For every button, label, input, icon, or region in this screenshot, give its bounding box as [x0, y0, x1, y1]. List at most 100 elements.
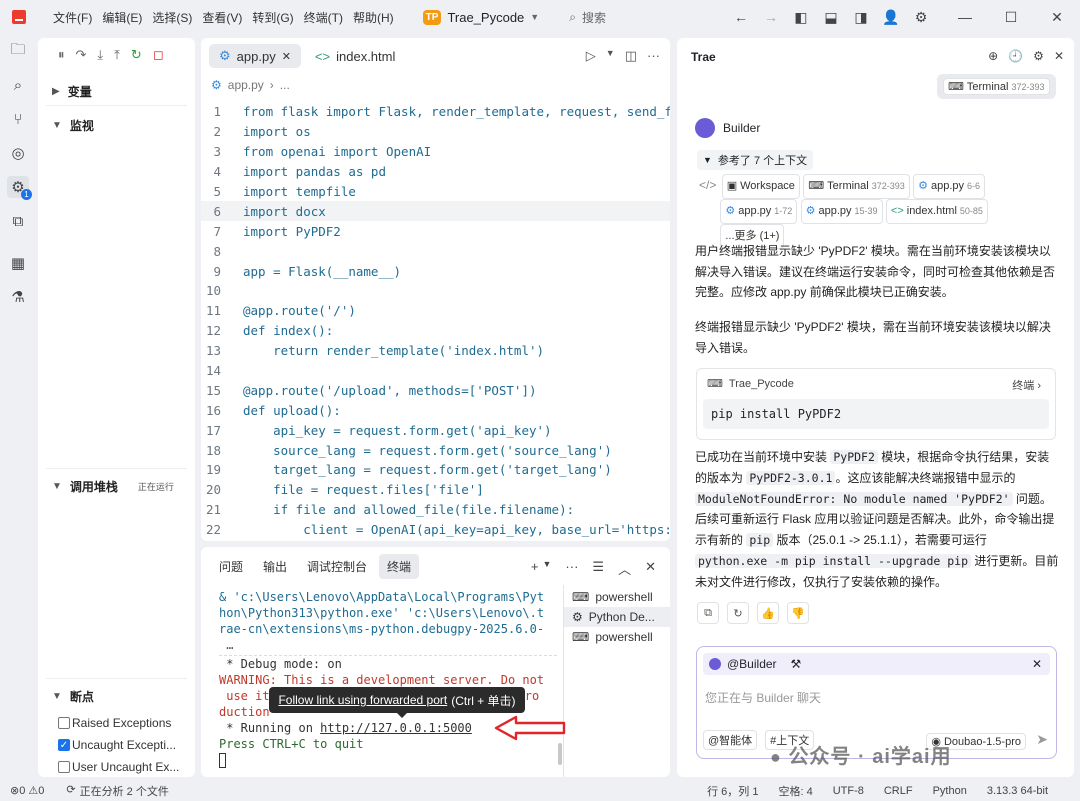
indent-setting[interactable]: 空格: 4: [778, 783, 812, 799]
run-debug-icon[interactable]: ⚙ 1: [7, 176, 32, 200]
menu-goto[interactable]: 转到(G): [247, 9, 298, 26]
maximize-icon[interactable]: ☐: [988, 9, 1034, 26]
cursor-position[interactable]: 行 6，列 1: [707, 783, 758, 799]
tab-output[interactable]: 输出: [255, 554, 295, 579]
code-line[interactable]: 19 target_lang = request.form.get('targe…: [201, 460, 670, 480]
source-control-icon[interactable]: ⑂: [7, 108, 29, 130]
context-chip[interactable]: ⚙ app.py 1-72: [720, 199, 798, 224]
encoding[interactable]: UTF-8: [833, 785, 864, 797]
new-chat-icon[interactable]: ⊕: [988, 49, 998, 63]
code-area[interactable]: 1 from flask import Flask, render_templat…: [201, 102, 670, 540]
checkbox[interactable]: [58, 761, 70, 773]
code-line[interactable]: 21 if file and allowed_file(file.filenam…: [201, 500, 670, 520]
open-terminal-link[interactable]: 终端 ›: [1012, 377, 1041, 393]
breakpoints-section[interactable]: ▼ 断点: [52, 688, 94, 705]
history-icon[interactable]: 🕘: [1008, 49, 1023, 63]
context-chip[interactable]: ⚙ app.py 6-6: [913, 174, 986, 199]
thumbs-up-icon[interactable]: 👍: [757, 602, 779, 624]
settings-gear-icon[interactable]: ⚙: [1033, 49, 1044, 63]
monitor-icon[interactable]: ⧉: [7, 210, 29, 232]
breadcrumb-symbol[interactable]: ...: [280, 78, 290, 92]
tab-debug-console[interactable]: 调试控制台: [299, 554, 375, 579]
toggle-panel-icon[interactable]: ⬓: [816, 9, 846, 26]
menu-file[interactable]: 文件(F): [48, 9, 97, 26]
more-icon[interactable]: ···: [565, 559, 578, 578]
close-window-icon[interactable]: ✕: [1034, 9, 1080, 26]
context-chip[interactable]: ⚙ app.py 15-39: [800, 199, 883, 224]
maximize-panel-icon[interactable]: ︿: [618, 559, 631, 578]
step-into-icon[interactable]: ⤓: [97, 47, 103, 63]
language-mode[interactable]: Python: [933, 785, 967, 797]
agent-button[interactable]: @智能体: [703, 730, 758, 750]
code-line[interactable]: 13 return render_template('index.html'): [201, 341, 670, 361]
search-icon[interactable]: ⌕: [7, 74, 29, 96]
code-line[interactable]: 1 from flask import Flask, render_templat…: [201, 102, 670, 122]
chevron-down-icon[interactable]: ▼: [606, 48, 615, 64]
checkbox[interactable]: [58, 717, 70, 729]
pause-icon[interactable]: ⏸: [58, 47, 65, 63]
menu-view[interactable]: 查看(V): [197, 9, 247, 26]
python-interpreter[interactable]: 3.13.3 64-bit: [987, 785, 1048, 797]
project-switcher[interactable]: TP Trae_Pycode ▼: [422, 9, 539, 25]
code-line[interactable]: 17 api_key = request.form.get('api_key'): [201, 420, 670, 440]
code-line[interactable]: 6 import docx: [201, 201, 670, 222]
agent-mention[interactable]: @Builder: [727, 657, 777, 671]
terminal-item[interactable]: ⚙ Python De...: [564, 607, 670, 627]
context-chip[interactable]: ▣ Workspace: [721, 174, 800, 199]
close-icon[interactable]: ✕: [1054, 49, 1064, 63]
checkbox-checked[interactable]: ✓: [58, 739, 70, 751]
close-panel-icon[interactable]: ✕: [645, 559, 656, 578]
breakpoint-uncaught-exceptions[interactable]: ✓ Uncaught Excepti...: [58, 738, 176, 752]
tab-terminal[interactable]: 终端: [379, 553, 420, 579]
context-chip[interactable]: <> index.html 50-85: [885, 199, 988, 224]
remote-icon[interactable]: ◎: [7, 142, 29, 164]
restart-icon[interactable]: ↻: [131, 47, 142, 63]
settings-gear-icon[interactable]: ⚙: [906, 9, 936, 26]
run-play-icon[interactable]: ▷: [586, 48, 596, 64]
toggle-sidebar-icon[interactable]: ◧: [786, 9, 816, 26]
menu-terminal[interactable]: 终端(T): [299, 9, 348, 26]
variables-section[interactable]: ▶ 变量: [52, 83, 92, 100]
menu-edit[interactable]: 编辑(E): [97, 9, 147, 26]
copy-icon[interactable]: ⧉: [697, 602, 719, 624]
extensions-icon[interactable]: ▦: [7, 252, 29, 274]
code-line[interactable]: 12 def index():: [201, 321, 670, 341]
tooltip-link[interactable]: Follow link using forwarded port: [278, 693, 447, 707]
step-out-icon[interactable]: ⤒: [114, 47, 120, 63]
back-arrow-icon[interactable]: ←: [726, 9, 756, 25]
breadcrumb-file[interactable]: app.py: [228, 78, 264, 92]
terminal-item[interactable]: ⌨ powershell: [564, 587, 670, 607]
code-line[interactable]: 8: [201, 241, 670, 261]
code-line[interactable]: 11 @app.route('/'): [201, 301, 670, 321]
chat-input[interactable]: 您正在与 Builder 聊天: [705, 689, 821, 706]
context-chip[interactable]: ⌨ Terminal 372-393: [943, 78, 1050, 95]
breakpoint-user-uncaught[interactable]: User Uncaught Ex...: [58, 760, 179, 774]
code-line[interactable]: 16 def upload():: [201, 400, 670, 420]
pin-icon[interactable]: ⚒: [791, 657, 802, 671]
terminal-item[interactable]: ⌨ powershell: [564, 627, 670, 647]
code-line[interactable]: 20 file = request.files['file']: [201, 480, 670, 500]
code-line[interactable]: 3 from openai import OpenAI: [201, 142, 670, 162]
code-line[interactable]: 7 import PyPDF2: [201, 221, 670, 241]
code-line[interactable]: 14: [201, 361, 670, 381]
localhost-link[interactable]: http://127.0.0.1:5000: [320, 721, 472, 735]
code-line[interactable]: 5 import tempfile: [201, 182, 670, 202]
code-line[interactable]: 10: [201, 281, 670, 301]
menu-select[interactable]: 选择(S): [147, 9, 197, 26]
breakpoint-raised-exceptions[interactable]: Raised Exceptions: [58, 716, 171, 730]
chevron-down-icon[interactable]: ▼: [543, 559, 552, 578]
more-icon[interactable]: ···: [647, 48, 660, 64]
testing-flask-icon[interactable]: ⚗: [7, 286, 29, 308]
toggle-aux-sidebar-icon[interactable]: ◨: [846, 9, 876, 26]
tab-app-py[interactable]: ⚙ app.py ✕: [209, 44, 301, 68]
problems-count[interactable]: ⊗0 ⚠0: [10, 784, 44, 797]
stop-icon[interactable]: ◻: [153, 47, 164, 63]
minimize-icon[interactable]: —: [942, 9, 988, 25]
code-line[interactable]: 18 source_lang = request.form.get('sourc…: [201, 440, 670, 460]
close-icon[interactable]: ✕: [1032, 657, 1042, 671]
command-search[interactable]: ⌕ 搜索: [569, 9, 606, 26]
code-line[interactable]: 15 @app.route('/upload', methods=['POST']…: [201, 380, 670, 400]
step-over-icon[interactable]: ↷: [76, 47, 87, 63]
callstack-section[interactable]: ▼ 调用堆栈 正在运行: [52, 478, 174, 495]
explorer-icon[interactable]: 🗀: [7, 40, 29, 62]
